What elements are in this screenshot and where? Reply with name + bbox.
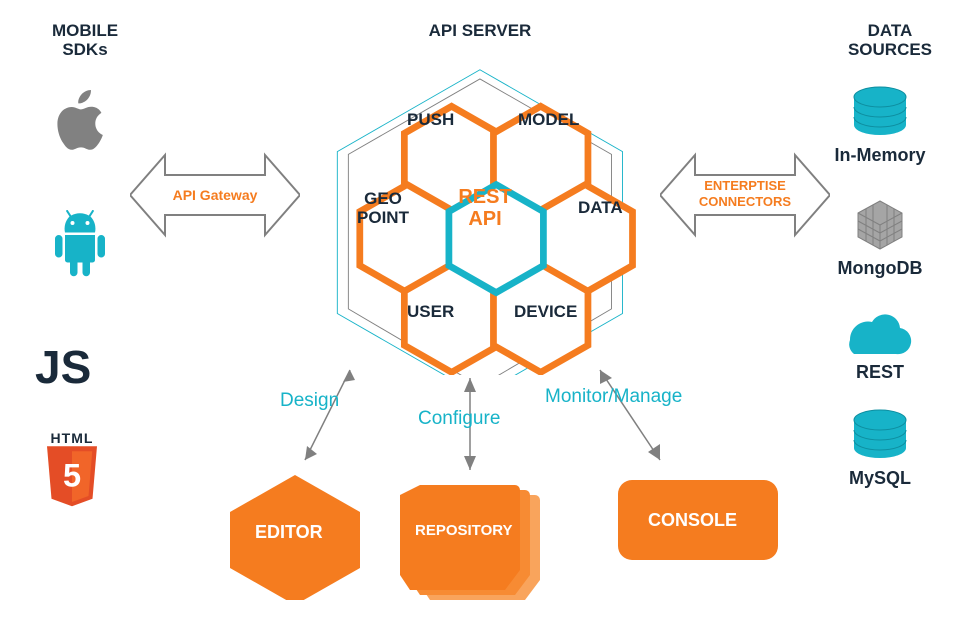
repository-label: REPOSITORY [415,522,513,539]
console-label: CONSOLE [648,510,737,531]
design-arrow [285,360,365,480]
hex-geo-label: GEO POINT [348,190,418,227]
android-icon [50,210,110,280]
hex-device-label: DEVICE [514,302,577,322]
header-api-server: API SERVER [380,22,580,41]
inmemory-icon [850,85,910,140]
mysql-icon [850,408,910,463]
monitor-label: Monitor/Manage [545,386,682,408]
mysql-label: MySQL [820,468,940,489]
rest-icon [840,308,920,358]
apple-icon [50,90,110,158]
hex-center-label: REST API [450,186,520,230]
hex-user-label: USER [407,302,454,322]
repository-shape [400,480,560,610]
api-gateway-label: API Gateway [155,187,275,203]
design-label: Design [280,390,339,412]
enterprise-connectors-label: ENTERPTISE CONNECTORS [690,178,800,209]
editor-label: EDITOR [255,522,323,543]
configure-label: Configure [418,408,500,430]
monitor-arrow [580,360,680,480]
hex-data-label: DATA [578,198,623,218]
mongodb-label: MongoDB [820,258,940,279]
header-mobile-sdks: MOBILE SDKs [30,22,140,59]
header-data-sources: DATA SOURCES [830,22,950,59]
hex-push-label: PUSH [407,110,454,130]
html5-icon: HTML 5 [42,430,102,519]
mongodb-icon [852,195,908,251]
html5-text: HTML [42,430,102,446]
hex-model-label: MODEL [518,110,579,130]
inmemory-label: In-Memory [820,145,940,166]
js-icon: JS [35,340,91,394]
rest-label: REST [820,362,940,383]
html5-number: 5 [63,457,81,493]
